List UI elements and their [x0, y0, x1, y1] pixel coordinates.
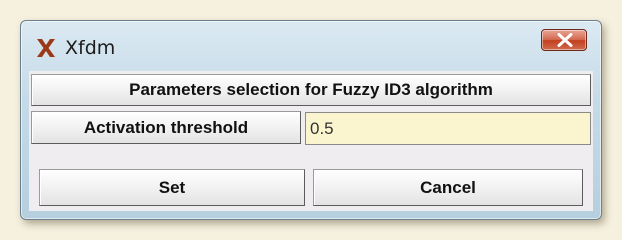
title-bar[interactable]: Xfdm	[21, 21, 601, 71]
cancel-button[interactable]: Cancel	[313, 169, 583, 206]
activation-threshold-label[interactable]: Activation threshold	[31, 111, 301, 144]
dialog-content: Parameters selection for Fuzzy ID3 algor…	[29, 71, 593, 211]
close-icon	[557, 33, 573, 47]
window-title: Xfdm	[65, 37, 116, 59]
close-button[interactable]	[541, 29, 587, 51]
activation-threshold-input[interactable]	[305, 112, 591, 145]
dialog-window: Xfdm Parameters selection for Fuzzy ID3 …	[20, 20, 602, 220]
x-app-icon	[35, 37, 57, 59]
parameters-header[interactable]: Parameters selection for Fuzzy ID3 algor…	[31, 74, 591, 106]
set-button[interactable]: Set	[39, 169, 305, 206]
